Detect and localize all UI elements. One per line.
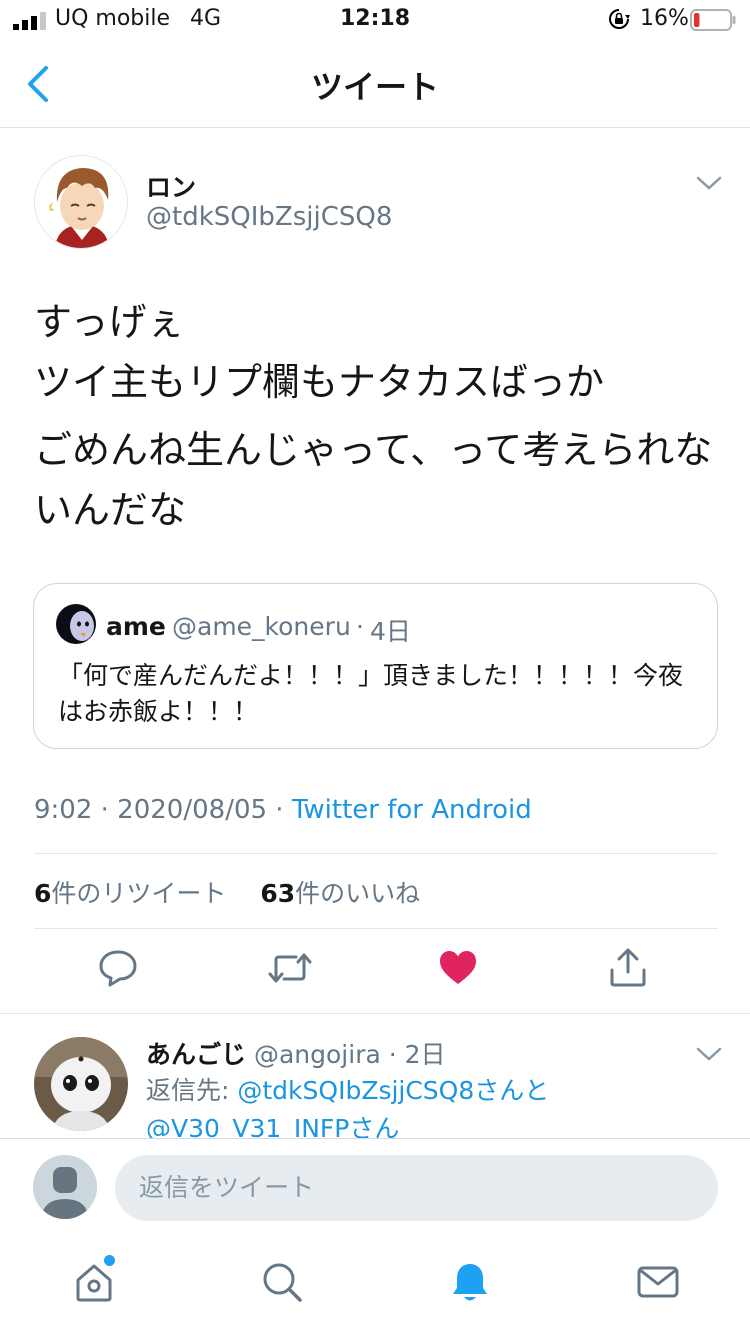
tab-bar xyxy=(0,1236,750,1334)
quoted-timestamp: 4日 xyxy=(370,617,411,646)
tweet-actions xyxy=(0,930,750,1014)
chevron-down-icon[interactable] xyxy=(695,172,723,194)
reply-to-continued: @V30_V31_INFPさん xyxy=(146,1109,399,1138)
like-count: 63 xyxy=(260,879,296,908)
reply-handle-time: @angojira · 2日 xyxy=(253,1040,446,1069)
clock: 12:18 xyxy=(339,6,411,31)
battery-percent: 16% xyxy=(640,6,689,31)
quoted-separator: · xyxy=(356,612,364,641)
retweet-count: 6 xyxy=(34,879,52,908)
reply-to-label: 返信先: xyxy=(146,1076,238,1105)
tweet-line: すっげぇ ツイ主もリプ欄もナタカスばっか xyxy=(34,300,605,404)
retweet-stat[interactable]: 6件のリツイート xyxy=(34,879,226,908)
retweet-icon[interactable] xyxy=(268,948,312,988)
quoted-tweet-text: 「何で産んだんだよ！！！」頂きました！！！！！今夜はお赤飯よ！！！ xyxy=(58,661,684,726)
quoted-tweet[interactable]: ame @ame_koneru · 4日 「何で産んだんだよ！！！」頂きました！… xyxy=(33,583,718,749)
divider xyxy=(34,853,718,854)
reply-icon[interactable] xyxy=(98,948,138,988)
like-label: 件のいいね xyxy=(295,879,421,908)
chevron-down-icon[interactable] xyxy=(695,1043,723,1065)
reply-tweet[interactable]: あんごじ @angojira · 2日 返信先: @tdkSQIbZsjjCSQ… xyxy=(0,1015,750,1138)
reply-avatar-image xyxy=(34,1037,128,1131)
reply-to-link[interactable]: @V30_V31_INFPさん xyxy=(146,1114,399,1138)
reply-to: 返信先: @tdkSQIbZsjjCSQ8さんと xyxy=(146,1071,549,1107)
page-title: ツイート xyxy=(310,68,439,106)
tweet-line: ごめんね生んじゃって、って考えられないんだな xyxy=(34,428,713,532)
home-icon[interactable] xyxy=(72,1260,116,1304)
author-handle[interactable]: @tdkSQIbZsjjCSQ8 xyxy=(146,202,392,232)
like-icon[interactable] xyxy=(438,948,478,988)
default-avatar-icon xyxy=(33,1155,97,1219)
divider xyxy=(34,928,718,929)
battery-icon xyxy=(690,9,736,31)
quoted-avatar-image xyxy=(56,604,96,644)
screen: UQ mobile 4G 12:18 16% ツイート ロン @tdkSQIbZ… xyxy=(0,0,750,1334)
reply-input[interactable]: 返信をツイート xyxy=(115,1155,718,1221)
author-name[interactable]: ロン xyxy=(146,168,196,204)
quoted-author-avatar xyxy=(56,604,96,644)
home-notification-badge xyxy=(104,1255,115,1266)
quoted-author-name: ame xyxy=(106,612,166,641)
messages-icon[interactable] xyxy=(636,1260,680,1304)
reply-to-link[interactable]: @tdkSQIbZsjjCSQ8さんと xyxy=(237,1076,549,1105)
user-avatar[interactable] xyxy=(33,1155,97,1219)
retweet-label: 件のリツイート xyxy=(51,879,227,908)
author-avatar-image xyxy=(35,156,127,248)
reply-author-avatar[interactable] xyxy=(34,1037,128,1131)
tweet-text: すっげぇ ツイ主もリプ欄もナタカスばっか ごめんね生んじゃって、って考えられない… xyxy=(34,292,724,540)
tweet-source-link[interactable]: Twitter for Android xyxy=(292,795,532,825)
notifications-icon[interactable] xyxy=(448,1260,492,1304)
tweet-meta: 9:02 · 2020/08/05 · Twitter for Android xyxy=(34,795,532,825)
rotation-lock-icon xyxy=(609,9,630,29)
search-icon[interactable] xyxy=(260,1260,304,1304)
tweet-stats: 6件のリツイート 63件のいいね xyxy=(34,874,420,910)
author-avatar[interactable] xyxy=(34,155,128,249)
nav-bar: ツイート xyxy=(0,40,750,128)
reply-header: あんごじ @angojira · 2日 xyxy=(146,1035,446,1071)
battery-fill xyxy=(694,13,700,27)
tweet-paragraph: ごめんね生んじゃって、って考えられないんだな xyxy=(34,420,724,540)
quoted-author-handle: @ame_koneru xyxy=(172,612,351,641)
share-icon[interactable] xyxy=(608,948,648,988)
reply-author-name[interactable]: あんごじ xyxy=(146,1040,246,1069)
like-stat[interactable]: 63件のいいね xyxy=(260,879,420,908)
status-bar: UQ mobile 4G 12:18 16% xyxy=(0,0,750,40)
tweet-timestamp: 9:02 · 2020/08/05 · xyxy=(34,795,292,825)
reply-composer: 返信をツイート xyxy=(0,1138,750,1236)
tweet-paragraph: すっげぇ ツイ主もリプ欄もナタカスばっか xyxy=(34,292,724,412)
